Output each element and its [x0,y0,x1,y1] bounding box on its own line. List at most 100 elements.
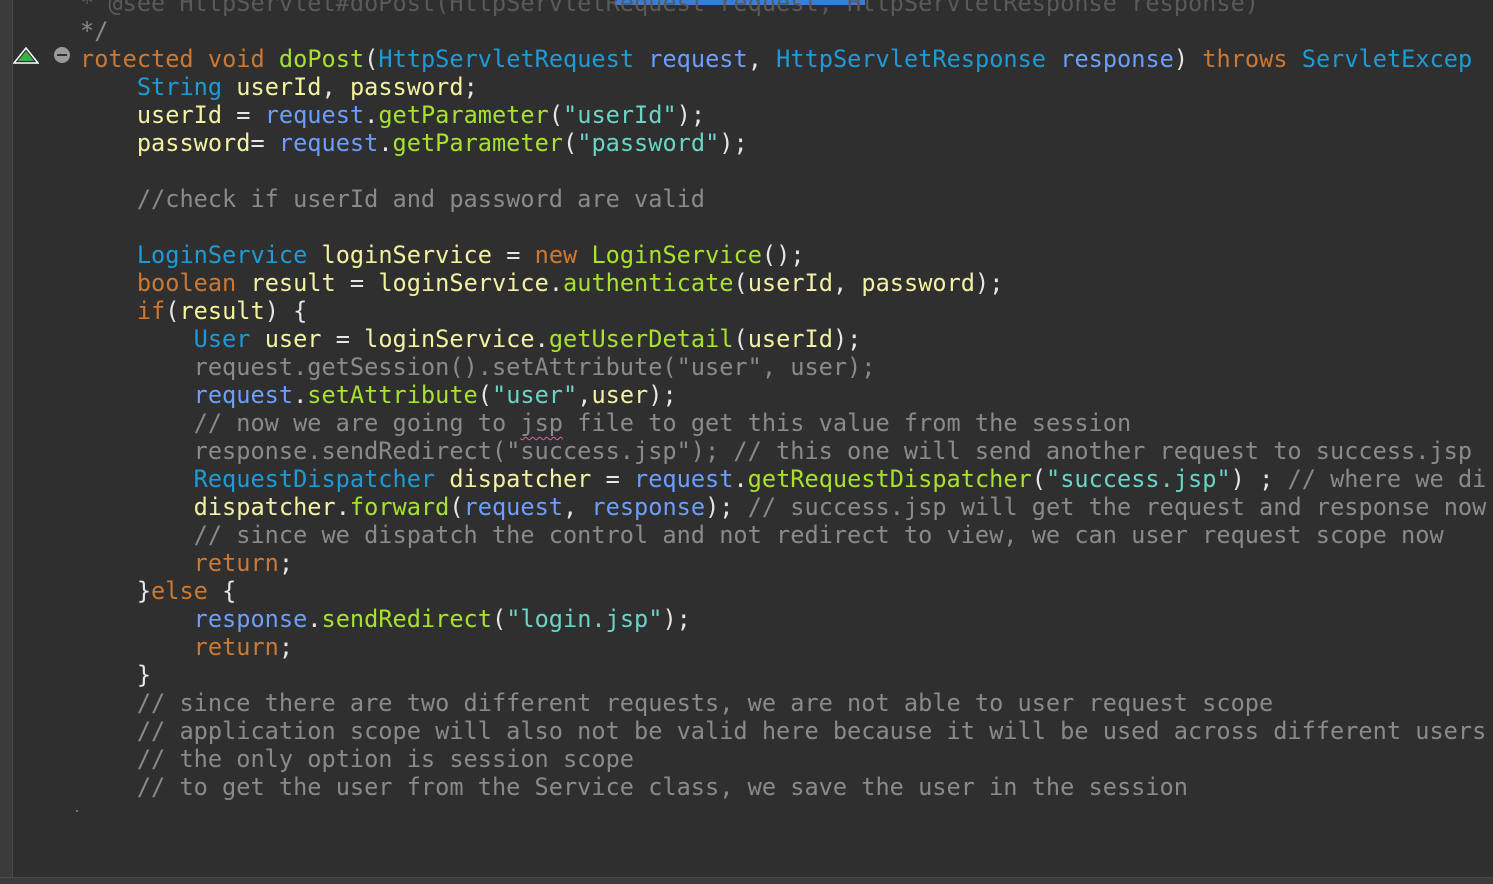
code-token: ServletExcep [1301,45,1473,73]
code-token: } [136,661,152,689]
code-line[interactable]: // the only option is session scope [80,745,1493,773]
code-token: ( [477,381,492,409]
fold-collapse-icon[interactable] [53,46,71,64]
code-token: ); [648,381,677,409]
code-line[interactable]: response.sendRedirect("login.jsp"); [80,605,1493,633]
text-cursor [76,810,78,812]
code-line[interactable]: }else { [80,577,1493,605]
code-line[interactable]: return; [80,549,1493,577]
code-token: ( [449,493,464,521]
code-token: HttpServletResponse [776,45,1047,73]
code-token: // the only option is session scope [136,745,634,773]
code-line[interactable]: RequestDispatcher dispatcher = request.g… [80,465,1493,493]
code-line[interactable]: // to get the user from the Service clas… [80,773,1493,801]
code-token: . [335,493,350,521]
code-token: password [349,73,464,101]
code-token: rotected [80,45,194,73]
code-line[interactable]: } [80,661,1493,689]
code-line[interactable]: dispatcher.forward(request, response); /… [80,493,1493,521]
code-line[interactable]: * @see HttpServlet#doPost(HttpServletReq… [80,0,1493,17]
code-line[interactable]: rotected void doPost(HttpServletRequest … [80,45,1493,73]
code-token: throws [1202,45,1288,73]
code-token: ( [548,101,564,129]
code-token: HttpServletRequest [378,45,635,73]
code-line[interactable]: boolean result = loginService.authentica… [80,269,1493,297]
code-token: } [136,577,152,605]
code-line[interactable] [80,157,1493,185]
code-token: getParameter [392,129,564,157]
code-token: loginService [364,325,535,353]
code-token: // now we are going to [193,409,521,437]
code-line[interactable]: //check if userId and password are valid [80,185,1493,213]
code-token: = [321,325,365,353]
code-token: return [193,633,279,661]
code-token: password [136,129,251,157]
code-line[interactable]: // since we dispatch the control and not… [80,521,1493,549]
code-token: ); [975,269,1004,297]
code-token: ); [662,605,691,633]
code-line[interactable] [80,213,1493,241]
code-line[interactable]: request.getSession().setAttribute("user"… [80,353,1493,381]
override-triangle-icon[interactable] [12,46,40,65]
code-line[interactable]: String userId, password; [80,73,1493,101]
code-line[interactable]: if(result) { [80,297,1493,325]
code-token: boolean [136,269,237,297]
code-line[interactable]: // application scope will also not be va… [80,717,1493,745]
code-token: ; [278,633,294,661]
code-token: response [591,493,706,521]
code-token: */ [80,17,109,45]
code-token: else [151,577,208,605]
code-line[interactable]: // now we are going to jsp file to get t… [80,409,1493,437]
code-token: ); [705,493,748,521]
code-token: response.sendRedirect("success.jsp"); //… [193,437,1473,465]
code-line[interactable]: // since there are two different request… [80,689,1493,717]
code-token: = [335,269,379,297]
code-token: , [563,493,592,521]
code-line[interactable]: userId = request.getParameter("userId"); [80,101,1493,129]
code-token: userId [236,73,322,101]
code-token: . [548,269,564,297]
code-line[interactable]: return; [80,633,1493,661]
code-token: // application scope will also not be va… [136,717,1487,745]
code-line[interactable]: request.setAttribute("user",user); [80,381,1493,409]
code-token: = [222,101,265,129]
code-token: . [534,325,549,353]
code-token: forward [349,493,450,521]
code-editor[interactable]: * @see HttpServlet#doPost(HttpServletReq… [0,0,1493,884]
code-token: = [491,241,535,269]
code-token: response [1060,45,1174,73]
code-token: "userId" [563,101,677,129]
code-token: ( [733,325,748,353]
code-line[interactable]: */ [80,17,1493,45]
code-token: RequestDispatcher [193,465,436,493]
code-line[interactable]: password= request.getParameter("password… [80,129,1493,157]
code-line[interactable]: response.sendRedirect("success.jsp"); //… [80,437,1493,465]
code-token: . [364,101,379,129]
code-token: // success.jsp will get the request and … [747,493,1487,521]
code-area[interactable]: * @see HttpServlet#doPost(HttpServletReq… [80,0,1493,801]
code-token: ( [563,129,578,157]
code-line[interactable]: LoginService loginService = new LoginSer… [80,241,1493,269]
code-token: ); [676,101,706,129]
code-token: if [136,297,166,325]
code-token: ) { [264,297,308,325]
code-token: password [861,269,976,297]
code-line[interactable]: User user = loginService.getUserDetail(u… [80,325,1493,353]
